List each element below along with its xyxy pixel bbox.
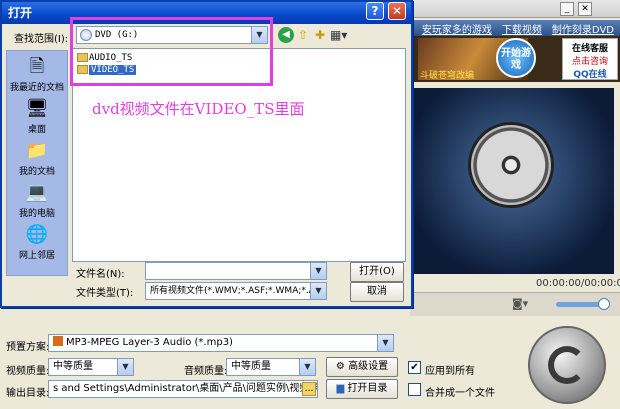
output-dir-input[interactable]: s and Settings\Administrator\桌面\产品\问题实例\… xyxy=(48,380,318,398)
cancel-button[interactable]: 取消 xyxy=(350,282,404,302)
link-download-video[interactable]: 下载视频 xyxy=(502,21,542,36)
apply-all-checkbox[interactable]: ✔ xyxy=(408,361,421,374)
output-dir-value: s and Settings\Administrator\桌面\产品\问题实例\… xyxy=(53,383,317,394)
place-my-computer[interactable]: 💻 我的电脑 xyxy=(7,181,67,219)
views-menu-icon[interactable]: ▦▾ xyxy=(330,27,347,43)
file-name-input[interactable]: ▼ xyxy=(145,262,327,280)
place-label: 桌面 xyxy=(27,125,46,135)
up-folder-icon[interactable]: ⇧ xyxy=(295,27,311,43)
new-folder-icon[interactable]: ✚ xyxy=(312,27,328,43)
video-quality-combo[interactable]: 中等质量 ▼ xyxy=(48,358,134,376)
link-burn-dvd[interactable]: 制作刻录DVD xyxy=(552,21,614,36)
volume-handle[interactable] xyxy=(598,298,610,310)
chevron-down-icon[interactable]: ▼ xyxy=(377,335,393,351)
file-type-value: 所有视频文件(*.WMV;*.ASF;*.WMA;*.AVI; xyxy=(150,286,327,296)
online-service-sub: 点击咨询 xyxy=(571,57,608,67)
online-service-title: 在线客服 xyxy=(571,44,608,54)
app-window-controls: _ ✕ xyxy=(560,2,592,16)
advanced-settings-button[interactable]: ⚙ 高级设置 xyxy=(326,357,398,377)
camera-icon[interactable]: ◙▾ xyxy=(512,297,528,310)
open-button[interactable]: 打开(O) xyxy=(350,262,404,282)
mp3-icon xyxy=(53,336,63,346)
help-button[interactable]: ? xyxy=(366,2,384,20)
output-dir-label: 输出目录: xyxy=(6,388,50,399)
audio-quality-label: 音频质量: xyxy=(184,366,228,377)
qq-online-link[interactable]: QQ在线 xyxy=(563,67,617,80)
chevron-down-icon[interactable]: ▼ xyxy=(310,283,326,299)
file-type-label: 文件类型(T): xyxy=(76,288,134,299)
place-label: 我的电脑 xyxy=(18,209,55,219)
desktop-icon: 🖥 xyxy=(25,98,49,119)
apply-all-label: 应用到所有 xyxy=(425,366,475,377)
dialog-title: 打开 xyxy=(8,6,33,20)
open-directory-label: 打开目录 xyxy=(347,383,388,394)
close-icon[interactable]: ✕ xyxy=(578,2,592,16)
my-documents-icon: 📁 xyxy=(25,140,49,161)
audio-quality-value: 中等质量 xyxy=(231,361,271,372)
look-in-label: 查找范围(I): xyxy=(14,34,69,45)
place-my-documents[interactable]: 📁 我的文档 xyxy=(7,139,67,177)
back-icon[interactable]: ◀ xyxy=(278,27,294,43)
network-places-icon: 🌐 xyxy=(25,224,49,245)
time-readout: 00:00:00/00:00:00 xyxy=(536,278,620,289)
place-desktop[interactable]: 🖥 桌面 xyxy=(7,97,67,135)
folder-icon: ▆ xyxy=(336,383,345,394)
chevron-down-icon[interactable]: ▼ xyxy=(117,359,133,375)
folder-browse-icon[interactable]: … xyxy=(302,382,316,396)
file-name-label: 文件名(N): xyxy=(76,269,125,280)
annotation-text: dvd视频文件在VIDEO_TS里面 xyxy=(92,100,305,118)
app-top-links: 安玩家多的游戏 下载视频 制作刻录DVD xyxy=(410,20,620,36)
recent-documents-icon: 🗎 xyxy=(29,56,45,77)
online-service-panel[interactable]: 在线客服 点击咨询 QQ在线 xyxy=(562,38,618,80)
minimize-icon[interactable]: _ xyxy=(560,2,574,16)
preset-value: MP3-MPEG Layer-3 Audio (*.mp3) xyxy=(66,337,233,348)
video-quality-label: 视频质量: xyxy=(6,366,50,377)
dialog-close-button[interactable]: ✕ xyxy=(388,2,406,20)
chevron-down-icon[interactable]: ▼ xyxy=(299,359,315,375)
place-recent[interactable]: 🗎 我最近的文档 xyxy=(7,55,67,93)
place-label: 网上邻居 xyxy=(18,251,55,261)
link-games[interactable]: 安玩家多的游戏 xyxy=(422,21,492,36)
ad-title: 斗破苍穹改编 xyxy=(420,71,475,81)
refresh-arrow-icon xyxy=(548,346,586,384)
place-label: 我最近的文档 xyxy=(9,83,64,93)
annotation-highlight-box xyxy=(70,17,273,86)
merge-label: 合并成一个文件 xyxy=(425,388,495,399)
preset-label: 预置方案: xyxy=(6,342,50,353)
open-directory-button[interactable]: ▆ 打开目录 xyxy=(326,379,398,399)
film-reel-icon xyxy=(468,122,554,208)
my-computer-icon: 💻 xyxy=(25,182,49,203)
file-type-combo[interactable]: 所有视频文件(*.WMV;*.ASF;*.WMA;*.AVI; ▼ xyxy=(145,282,327,300)
place-network[interactable]: 🌐 网上邻居 xyxy=(7,223,67,261)
places-bar: 🗎 我最近的文档 🖥 桌面 📁 我的文档 💻 我的电脑 🌐 网上邻居 xyxy=(6,50,68,276)
merge-checkbox[interactable] xyxy=(408,383,421,396)
audio-quality-combo[interactable]: 中等质量 ▼ xyxy=(226,358,316,376)
video-quality-value: 中等质量 xyxy=(53,361,93,372)
chevron-down-icon[interactable]: ▼ xyxy=(310,263,326,279)
advanced-settings-label: 高级设置 xyxy=(348,361,389,372)
place-label: 我的文档 xyxy=(18,167,55,177)
ad-start-game-button[interactable]: 开始游戏 xyxy=(496,38,536,78)
preset-combo[interactable]: MP3-MPEG Layer-3 Audio (*.mp3) ▼ xyxy=(48,334,394,352)
settings-icon: ⚙ xyxy=(335,361,345,372)
